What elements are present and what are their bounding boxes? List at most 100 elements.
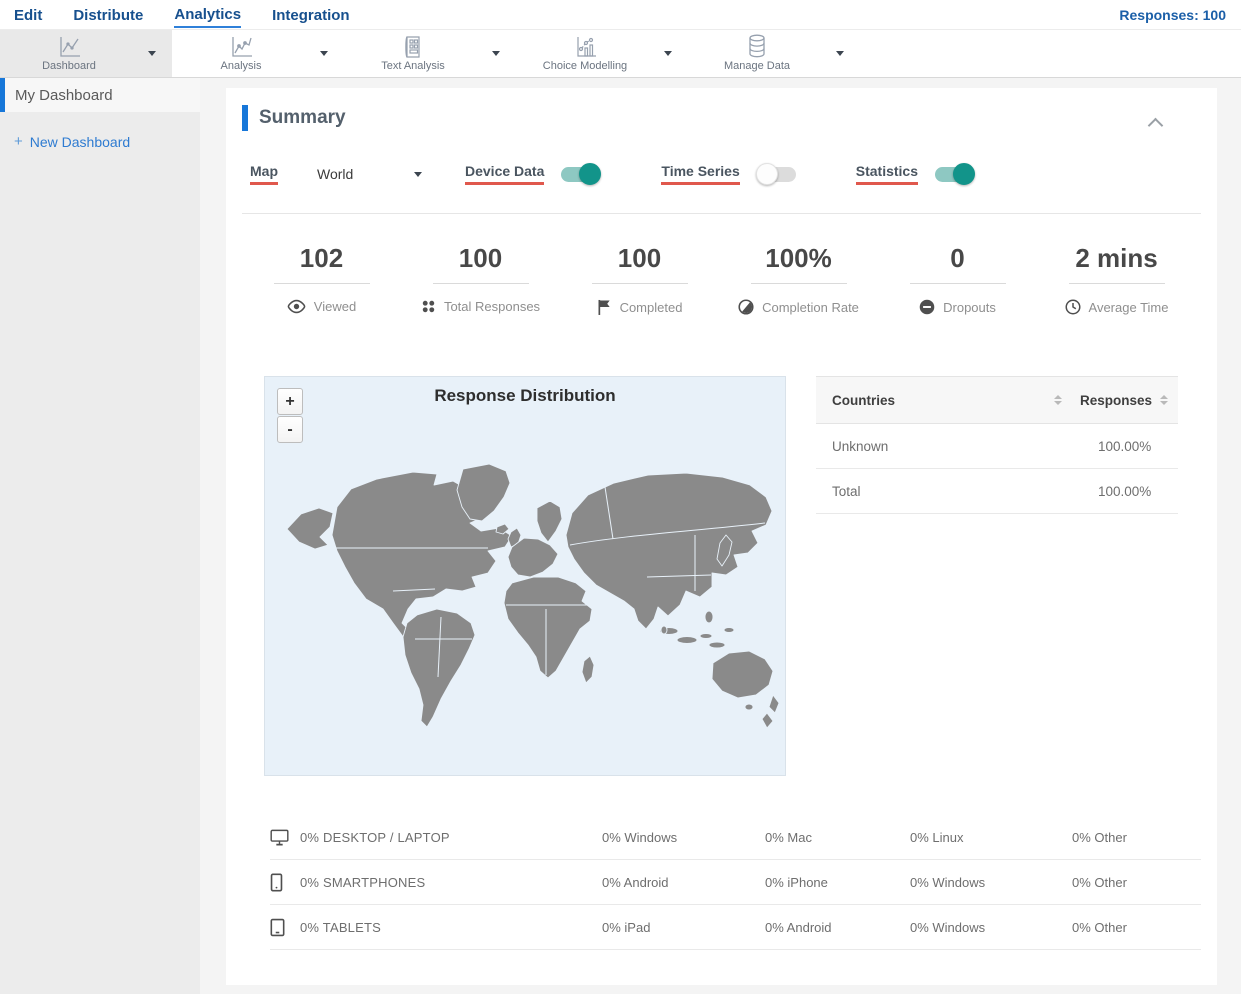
map-island (676, 636, 698, 644)
stat-value: 2 mins (1075, 243, 1158, 273)
geo-section: Response Distribution + - Countries Resp… (264, 376, 1201, 776)
device-value: 0% Windows (910, 919, 986, 935)
map-island (704, 610, 714, 624)
device-value: 0% Other (1072, 919, 1127, 935)
stat-underline (909, 283, 1006, 284)
chevron-down-icon[interactable] (148, 51, 156, 56)
zoom-out-button[interactable]: - (277, 416, 303, 443)
stat-dropouts: 0 Dropouts (878, 243, 1037, 315)
countries-table: Countries Responses Unknown 100.00% Tota… (816, 376, 1178, 776)
toolbar-text-analysis[interactable]: Text Analysis (344, 30, 516, 77)
map-sri-lanka (660, 625, 668, 635)
device-value: 0% Android (602, 874, 669, 890)
toolbar-choice-modelling[interactable]: Choice Modelling (516, 30, 688, 77)
table-row: 0% SMARTPHONES 0% Android 0% iPhone 0% W… (270, 860, 1201, 905)
summary-controls: Map World Device Data Time Series Statis… (242, 162, 1201, 186)
summary-card: Summary Map World Device Data Time Serie… (226, 88, 1217, 985)
new-dashboard-button[interactable]: + New Dashboard (14, 133, 200, 150)
map-new-zealand (761, 712, 774, 729)
statistics-toggle[interactable] (935, 163, 975, 185)
time-series-label: Time Series (661, 163, 740, 185)
toolbar-analysis-label: Analysis (220, 59, 262, 72)
nav-distribute[interactable]: Distribute (73, 3, 143, 27)
clock-icon (1065, 299, 1081, 315)
map-zoom-controls: + - (277, 388, 303, 443)
chevron-down-icon[interactable] (320, 51, 328, 56)
device-data-toggle[interactable] (561, 163, 602, 185)
stat-total-responses: 100 Total Responses (401, 243, 560, 315)
minus-circle-icon (919, 299, 935, 315)
contrast-circle-icon (738, 299, 754, 315)
stat-label: Completion Rate (762, 299, 859, 315)
nav-integration[interactable]: Integration (272, 3, 350, 27)
toggle-knob (579, 163, 602, 185)
column-header-responses[interactable]: Responses (1080, 393, 1152, 408)
zoom-in-button[interactable]: + (277, 388, 303, 415)
chevron-down-icon[interactable] (664, 51, 672, 56)
map-asia (565, 472, 773, 630)
map-region-value: World (317, 166, 354, 182)
country-responses: 100.00% (1098, 483, 1152, 499)
stat-value: 100 (617, 243, 662, 273)
map-island (708, 641, 726, 649)
device-category-label: 0% TABLETS (300, 919, 381, 935)
toolbar-text-analysis-label: Text Analysis (381, 59, 445, 72)
device-category-label: 0% DESKTOP / LAPTOP (300, 829, 450, 845)
stat-value: 100 (458, 243, 503, 273)
toolbar-dashboard[interactable]: Dashboard (0, 30, 172, 77)
nav-analytics[interactable]: Analytics (174, 2, 242, 28)
table-row: Total 100.00% (816, 469, 1178, 514)
stat-viewed: 102 Viewed (242, 243, 401, 315)
map-region-select[interactable]: World (317, 166, 422, 182)
time-series-toggle[interactable] (755, 163, 796, 185)
chevron-down-icon[interactable] (836, 51, 844, 56)
stat-completion-rate: 100% Completion Rate (719, 243, 878, 315)
response-distribution-map[interactable]: Response Distribution + - (264, 376, 786, 776)
countries-table-header: Countries Responses (816, 376, 1178, 424)
stat-underline (750, 283, 847, 284)
country-responses: 100.00% (1098, 438, 1152, 454)
top-nav: Edit Distribute Analytics Integration Re… (0, 0, 1241, 30)
device-value: 0% Android (765, 919, 832, 935)
device-category-label: 0% SMARTPHONES (300, 874, 426, 890)
new-dashboard-label: New Dashboard (29, 133, 131, 150)
toolbar-analysis[interactable]: Analysis (172, 30, 344, 77)
toggle-knob (755, 163, 778, 185)
main-content: Summary Map World Device Data Time Serie… (200, 78, 1241, 994)
dashboard-sidebar: My Dashboard + New Dashboard (0, 78, 200, 994)
scatter-chart-icon (573, 36, 597, 58)
toolbar-manage-data[interactable]: Manage Data (688, 30, 860, 77)
stat-value: 100% (765, 243, 832, 273)
map-madagascar (581, 655, 595, 684)
device-value: 0% Other (1072, 874, 1127, 890)
chevron-down-icon (414, 171, 422, 177)
column-header-countries[interactable]: Countries (832, 393, 895, 408)
map-tasmania (744, 703, 754, 711)
world-map[interactable] (265, 377, 785, 775)
table-row: 0% TABLETS 0% iPad 0% Android 0% Windows… (270, 905, 1201, 950)
device-value: 0% Windows (910, 874, 986, 890)
chevron-down-icon[interactable] (492, 51, 500, 56)
toolbar-dashboard-label: Dashboard (42, 59, 96, 72)
nav-edit[interactable]: Edit (14, 3, 42, 27)
toolbar-manage-data-label: Manage Data (723, 59, 791, 72)
sidebar-item-my-dashboard[interactable]: My Dashboard (0, 78, 200, 112)
stats-row: 102 Viewed 100 Total Responses 100 Compl… (242, 243, 1201, 315)
table-row: Unknown 100.00% (816, 424, 1178, 469)
device-value: 0% Mac (765, 829, 812, 845)
device-data-label: Device Data (465, 163, 545, 185)
toggle-knob (953, 163, 975, 185)
map-alaska (286, 507, 334, 550)
stat-label: Total Responses (443, 299, 541, 314)
stat-label: Dropouts (943, 299, 996, 315)
device-breakdown-table: 0% DESKTOP / LAPTOP 0% Windows 0% Mac 0%… (242, 815, 1201, 950)
desktop-icon (270, 829, 289, 845)
stat-value: 102 (299, 243, 344, 273)
stat-underline (273, 283, 370, 284)
sort-icon[interactable] (1053, 395, 1062, 405)
accent-bar (242, 105, 248, 131)
map-scandinavia (536, 500, 563, 543)
smartphone-icon (270, 873, 283, 891)
sort-icon[interactable] (1160, 395, 1168, 405)
statistics-label: Statistics (855, 163, 918, 185)
